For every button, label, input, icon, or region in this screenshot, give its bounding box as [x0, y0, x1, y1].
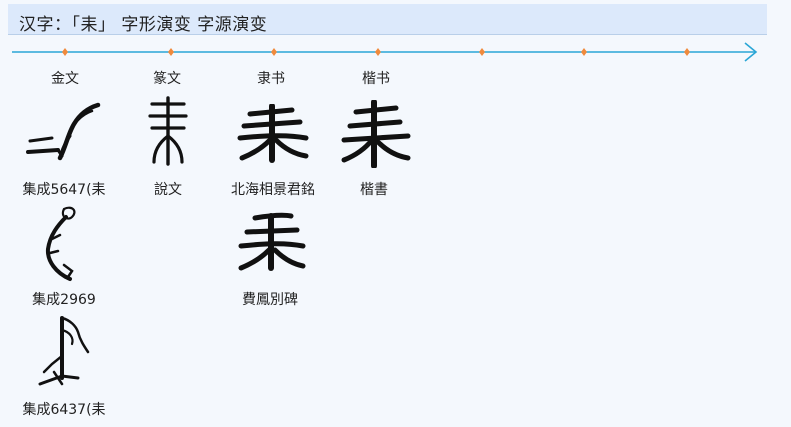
title-bar: 汉字：「耒」 字形演变 字源演变 — [8, 4, 767, 35]
regular-script-glyph — [341, 100, 411, 168]
timeline-marker — [581, 48, 587, 56]
glyph-caption: 集成5647(耒 — [22, 182, 106, 198]
glyph-caption: 集成2969 — [32, 292, 96, 308]
timeline-marker — [62, 48, 68, 56]
bronze-script-glyph-3 — [38, 316, 90, 386]
timeline-marker — [684, 48, 690, 56]
seal-script-glyph — [148, 96, 188, 166]
column-label-lishu: 隶书 — [257, 71, 285, 87]
clerical-script-glyph-2 — [238, 212, 306, 271]
column-label-kaishu: 楷书 — [362, 71, 390, 87]
timeline-marker — [375, 48, 381, 56]
clerical-script-glyph-1 — [237, 104, 309, 163]
timeline-marker — [271, 48, 277, 56]
bronze-script-glyph-1 — [26, 102, 101, 161]
glyph-caption: 集成6437(耒 — [22, 402, 106, 418]
timeline-marker — [168, 48, 174, 56]
column-label-zhuanwen: 篆文 — [153, 71, 181, 87]
glyph-caption: 說文 — [154, 182, 182, 198]
page-title: 汉字：「耒」 字形演变 字源演变 — [19, 15, 268, 35]
timeline-marker — [479, 48, 485, 56]
bronze-script-glyph-2 — [45, 206, 76, 281]
glyph-caption: 楷書 — [360, 182, 388, 198]
glyph-caption: 費鳳別碑 — [242, 292, 298, 308]
timeline — [12, 42, 758, 62]
column-label-jinwen: 金文 — [51, 71, 79, 87]
glyph-caption: 北海相景君銘 — [231, 182, 315, 198]
